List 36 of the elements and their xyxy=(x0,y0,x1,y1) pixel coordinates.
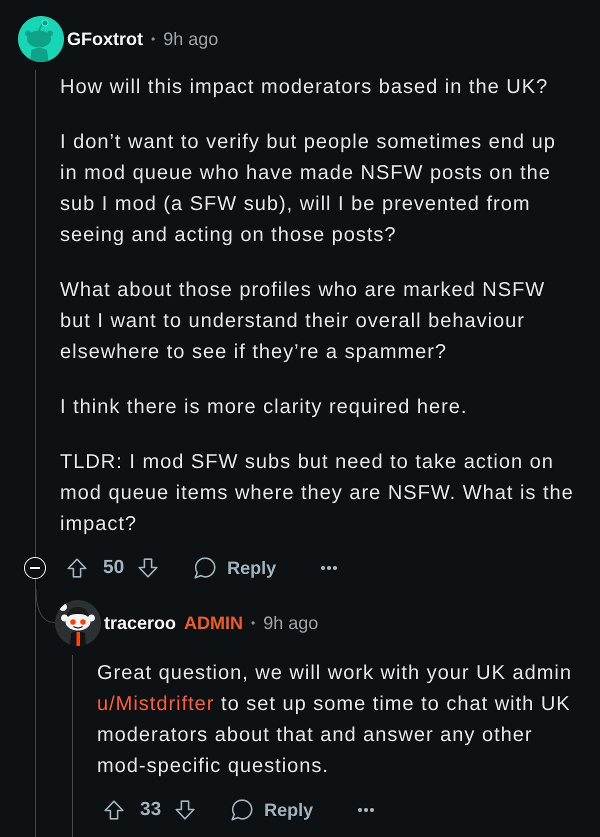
avatar-icon[interactable] xyxy=(55,600,101,646)
reply-button[interactable]: Reply xyxy=(231,799,314,821)
upvote-button[interactable] xyxy=(67,558,87,578)
separator-dot: • xyxy=(151,32,156,46)
username-link[interactable]: GFoxtrot xyxy=(67,28,143,50)
timestamp: 9h ago xyxy=(163,28,218,50)
vote-count: 33 xyxy=(140,799,162,821)
role-label: ADMIN xyxy=(184,612,244,634)
comment-text: Great question, we will work with your UK admin u/Mistdrifter to set up some time to chat with UK moderators about that and answer any other mod-specific questions. xyxy=(97,660,573,778)
upvote-button[interactable] xyxy=(104,800,124,820)
collapse-button[interactable] xyxy=(24,557,46,579)
ellipsis-icon xyxy=(321,566,338,570)
upvote-arrow-icon xyxy=(67,558,87,578)
comment-text: How will this impact moderators based in the UK? xyxy=(60,74,550,100)
comment-text: TLDR: I mod SFW subs but need to take action on mod queue items where they are NSFW. What is the impact? xyxy=(60,450,575,536)
timestamp: 9h ago xyxy=(263,612,318,634)
avatar-icon[interactable] xyxy=(18,16,64,62)
ellipsis-icon xyxy=(358,808,374,812)
more-options-button[interactable] xyxy=(321,566,338,570)
username-link[interactable]: traceroo xyxy=(104,612,176,634)
vote-count: 50 xyxy=(103,557,124,579)
comment-text: I think there is more clarity required here. xyxy=(60,394,468,420)
downvote-arrow-icon xyxy=(138,558,158,578)
upvote-arrow-icon xyxy=(104,800,124,820)
reply-button[interactable]: Reply xyxy=(194,557,276,579)
speech-bubble-icon xyxy=(194,557,216,579)
downvote-button[interactable] xyxy=(138,558,158,578)
minus-icon xyxy=(30,567,40,569)
username-link[interactable]: u/Mistdrifter xyxy=(97,692,214,714)
separator-dot: • xyxy=(251,616,256,630)
downvote-button[interactable] xyxy=(175,800,196,820)
comment-text: I don’t want to verify but people sometimes end up in mod queue who have made NSFW posts on the sub I mod (a SFW sub), will I be prevented from seeing and acting on those posts? xyxy=(60,130,557,248)
more-options-button[interactable] xyxy=(358,808,374,812)
speech-bubble-icon xyxy=(231,799,254,821)
comment-text: What about those profiles who are marked NSFW but I want to understand their overall behaviour elsewhere to see if they’re a spammer? xyxy=(60,278,546,364)
downvote-arrow-icon xyxy=(175,800,196,820)
